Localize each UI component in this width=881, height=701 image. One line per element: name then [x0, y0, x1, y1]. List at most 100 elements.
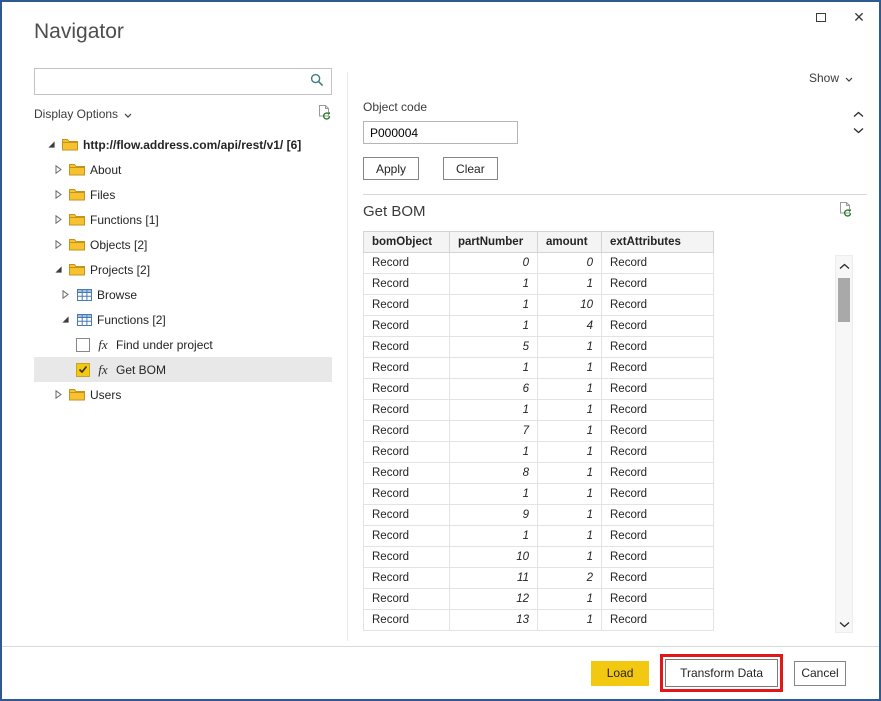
- tree-item-find-under-project[interactable]: fxFind under project: [34, 332, 332, 357]
- search-button[interactable]: [303, 69, 331, 94]
- table-cell: Record: [364, 295, 450, 316]
- table-row: Record00Record: [364, 253, 714, 274]
- folder-icon: [69, 263, 85, 276]
- table-cell: 1: [538, 274, 602, 295]
- cancel-button[interactable]: Cancel: [794, 661, 846, 686]
- maximize-icon: [816, 13, 826, 22]
- scroll-up-button[interactable]: [849, 106, 867, 120]
- maximize-button[interactable]: [809, 6, 833, 28]
- table-cell: 1: [450, 274, 538, 295]
- tree-item-functions-1[interactable]: Functions [1]: [34, 207, 332, 232]
- close-button[interactable]: ✕: [847, 6, 871, 28]
- table-cell: Record: [364, 316, 450, 337]
- column-header-extattributes: extAttributes: [602, 232, 714, 253]
- expander-collapsed-icon[interactable]: [60, 290, 71, 299]
- transform-data-button[interactable]: Transform Data: [665, 659, 778, 687]
- table-cell: 1: [538, 505, 602, 526]
- tree-item-label: Users: [90, 388, 121, 402]
- clear-button[interactable]: Clear: [443, 157, 498, 180]
- show-dropdown[interactable]: Show: [809, 70, 853, 86]
- tree-item-objects-2[interactable]: Objects [2]: [34, 232, 332, 257]
- tree-item-users[interactable]: Users: [34, 382, 332, 407]
- expander-expanded-icon[interactable]: [46, 140, 57, 149]
- display-options-dropdown[interactable]: Display Options: [34, 107, 132, 121]
- table-cell: 10: [538, 295, 602, 316]
- tree-item-label: About: [90, 163, 121, 177]
- search-icon: [310, 73, 324, 90]
- table-cell: 1: [450, 442, 538, 463]
- folder-icon: [69, 238, 85, 251]
- refresh-button[interactable]: [316, 105, 332, 124]
- folder-icon: [69, 163, 85, 176]
- parameter-buttons: Apply Clear: [363, 157, 867, 180]
- load-button[interactable]: Load: [591, 661, 649, 686]
- expander-collapsed-icon[interactable]: [53, 390, 64, 399]
- scrollbar-thumb[interactable]: [838, 278, 850, 322]
- table-cell: Record: [602, 547, 714, 568]
- expander-expanded-icon[interactable]: [60, 315, 71, 324]
- table-cell: 1: [450, 358, 538, 379]
- apply-button[interactable]: Apply: [363, 157, 419, 180]
- refresh-preview-button[interactable]: [837, 202, 853, 221]
- tree-item-label: Browse: [97, 288, 137, 302]
- scrollbar-track[interactable]: [836, 274, 852, 614]
- tree-item-files[interactable]: Files: [34, 182, 332, 207]
- folder-icon: [69, 388, 85, 401]
- scroll-up-button[interactable]: [836, 256, 852, 274]
- table-cell: 6: [450, 379, 538, 400]
- checkbox-checked[interactable]: [76, 363, 90, 377]
- checkbox-unchecked[interactable]: [76, 338, 90, 352]
- tree-item-label: Objects [2]: [90, 238, 147, 252]
- scroll-down-button[interactable]: [836, 614, 852, 632]
- refresh-icon: [316, 105, 332, 124]
- scroll-down-button[interactable]: [849, 122, 867, 136]
- refresh-icon: [837, 202, 853, 221]
- folder-icon: [62, 138, 78, 151]
- table-cell: 13: [450, 610, 538, 631]
- table-scrollbar[interactable]: [835, 255, 853, 633]
- preview-table-area: bomObjectpartNumberamountextAttributes R…: [363, 231, 867, 633]
- right-panel: Show Object code Apply Clear Get BOM: [363, 68, 867, 633]
- tree-item-label: Functions [2]: [97, 313, 166, 327]
- table-cell: 1: [538, 421, 602, 442]
- table-cell: 12: [450, 589, 538, 610]
- table-cell: Record: [364, 484, 450, 505]
- footer: Load Transform Data Cancel: [2, 646, 879, 699]
- table-cell: Record: [602, 526, 714, 547]
- table-cell: 1: [450, 295, 538, 316]
- table-row: Record11Record: [364, 484, 714, 505]
- tree-item-browse[interactable]: Browse: [34, 282, 332, 307]
- tree-item-get-bom[interactable]: fxGet BOM: [34, 357, 332, 382]
- expander-collapsed-icon[interactable]: [53, 240, 64, 249]
- table-cell: Record: [364, 379, 450, 400]
- table-cell: Record: [602, 400, 714, 421]
- table-cell: Record: [602, 358, 714, 379]
- column-header-bomobject: bomObject: [364, 232, 450, 253]
- left-panel: Display Options http://flow.address.com/…: [34, 68, 332, 407]
- object-code-input[interactable]: [363, 121, 518, 144]
- panel-divider: [347, 72, 348, 641]
- table-row: Record11Record: [364, 526, 714, 547]
- table-row: Record131Record: [364, 610, 714, 631]
- chevron-up-icon: [839, 258, 850, 273]
- table-row: Record91Record: [364, 505, 714, 526]
- table-cell: Record: [602, 463, 714, 484]
- tree-item-about[interactable]: About: [34, 157, 332, 182]
- table-cell: 0: [538, 253, 602, 274]
- tree-item-http-flow-address-com-api-rest-v1-6[interactable]: http://flow.address.com/api/rest/v1/ [6]: [34, 132, 332, 157]
- preview-table-body: Record00RecordRecord11RecordRecord110Rec…: [364, 253, 714, 631]
- tree-item-projects-2[interactable]: Projects [2]: [34, 257, 332, 282]
- navigator-tree: http://flow.address.com/api/rest/v1/ [6]…: [34, 132, 332, 407]
- expander-expanded-icon[interactable]: [53, 265, 64, 274]
- table-cell: Record: [602, 610, 714, 631]
- expander-collapsed-icon[interactable]: [53, 190, 64, 199]
- expander-collapsed-icon[interactable]: [53, 215, 64, 224]
- search-input[interactable]: [35, 69, 303, 94]
- table-cell: Record: [602, 274, 714, 295]
- tree-item-label: Get BOM: [116, 363, 166, 377]
- table-row: Record11Record: [364, 358, 714, 379]
- table-row: Record14Record: [364, 316, 714, 337]
- tree-item-functions-2[interactable]: Functions [2]: [34, 307, 332, 332]
- show-label: Show: [809, 71, 839, 85]
- expander-collapsed-icon[interactable]: [53, 165, 64, 174]
